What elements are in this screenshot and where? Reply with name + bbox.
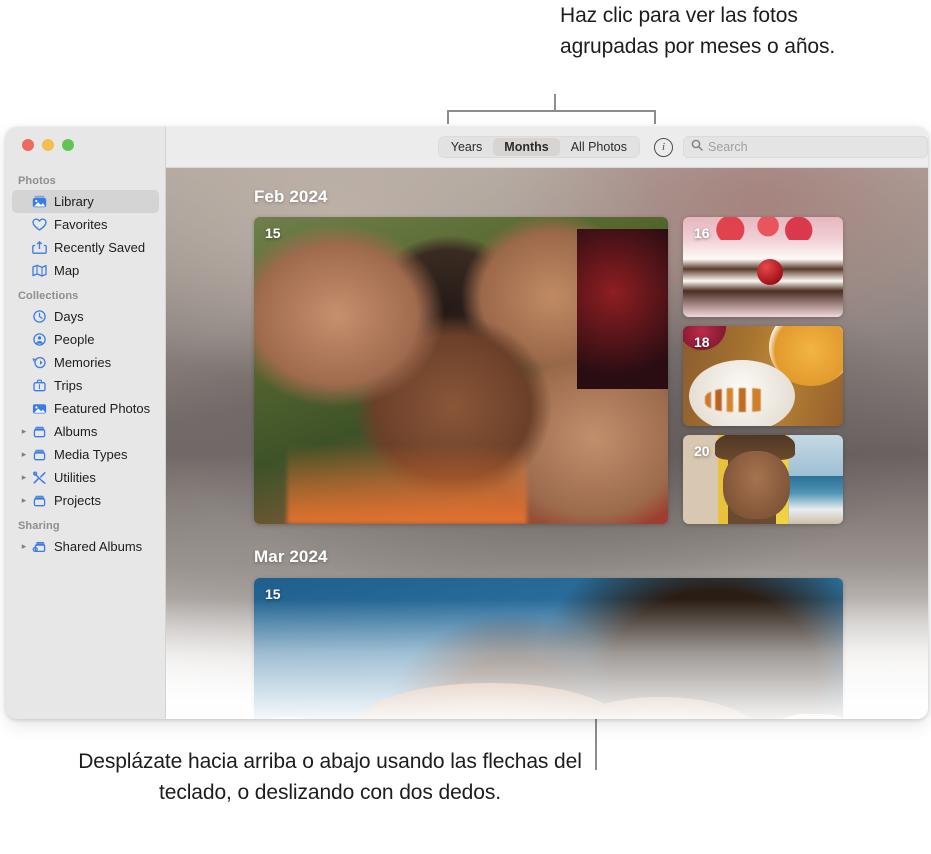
month-header-feb-2024: Feb 2024 <box>254 187 328 206</box>
sidebar-item-label: Favorites <box>54 217 108 232</box>
photo-art-detail <box>772 714 843 719</box>
month-header-mar-2024: Mar 2024 <box>254 547 328 566</box>
person-icon <box>30 333 49 346</box>
sidebar-item-label: Albums <box>54 424 98 439</box>
photo-tile-mar-15[interactable]: 15 <box>254 578 843 719</box>
photo-art-detail <box>705 388 776 412</box>
photo-art-detail <box>576 229 668 389</box>
photo-art-detail <box>756 259 783 285</box>
chevron-right-icon[interactable]: ▸ <box>18 542 30 551</box>
callout-top-leader-stem <box>554 94 556 111</box>
chevron-right-icon[interactable]: ▸ <box>18 450 30 459</box>
photo-art-detail <box>711 217 815 240</box>
photo-art-detail <box>788 475 843 524</box>
search-icon <box>691 138 703 156</box>
tab-months[interactable]: Months <box>493 138 560 156</box>
sidebar-item-media-types[interactable]: ▸ Media Types <box>12 443 159 466</box>
close-button[interactable] <box>22 139 34 151</box>
sidebar-item-albums[interactable]: ▸ Albums <box>12 420 159 443</box>
album-icon <box>30 494 49 507</box>
chevron-right-icon[interactable]: ▸ <box>18 473 30 482</box>
callout-top-bracket-horizontal <box>447 110 656 112</box>
recently-saved-icon <box>30 241 49 254</box>
callout-top-bracket-left-tick <box>447 110 449 124</box>
view-mode-segmented-control[interactable]: Years Months All Photos <box>437 136 640 158</box>
photo-tile-feb-15[interactable]: 15 <box>254 217 668 524</box>
photo-art-detail <box>287 444 528 524</box>
photo-art-portrait <box>254 578 843 719</box>
info-button[interactable]: i <box>654 137 673 157</box>
callout-top-text: Haz clic para ver las fotos agrupadas po… <box>560 4 836 58</box>
photo-day-badge: 18 <box>694 334 710 350</box>
sidebar-item-people[interactable]: People <box>12 328 159 351</box>
heart-icon <box>30 218 49 231</box>
photo-tile-feb-18[interactable]: 18 <box>683 326 843 426</box>
callout-bottom-text: Desplázate hacia arriba o abajo usando l… <box>78 750 582 804</box>
sidebar-item-recently-saved[interactable]: Recently Saved <box>12 236 159 259</box>
sidebar-item-library[interactable]: Library <box>12 190 159 213</box>
sidebar-item-label: Map <box>54 263 80 278</box>
sidebar-item-featured-photos[interactable]: Featured Photos <box>12 397 159 420</box>
photo-grid-scroll-area[interactable]: Feb 2024 15 16 18 20 Mar 2024 15 <box>166 167 928 719</box>
sidebar-item-label: Recently Saved <box>54 240 146 255</box>
photo-art-detail <box>254 717 337 719</box>
photo-tile-feb-16[interactable]: 16 <box>683 217 843 317</box>
sidebar-item-label: Featured Photos <box>54 401 151 416</box>
sidebar-item-days[interactable]: Days <box>12 305 159 328</box>
sidebar-group-title-sharing: Sharing <box>18 520 60 532</box>
sidebar-group-title-collections: Collections <box>18 290 79 302</box>
map-icon <box>30 264 49 277</box>
album-icon <box>30 448 49 461</box>
photo-art-group-selfie <box>254 217 668 524</box>
minimize-button[interactable] <box>42 139 54 151</box>
maximize-button[interactable] <box>62 139 74 151</box>
sidebar-scroll-area[interactable]: Photos Library Favorites Recently Saved … <box>6 127 165 558</box>
photos-app-window: Photos Library Favorites Recently Saved … <box>6 127 928 719</box>
sidebar-item-favorites[interactable]: Favorites <box>12 213 159 236</box>
photo-day-badge: 15 <box>265 586 281 602</box>
album-icon <box>30 425 49 438</box>
sidebar: Photos Library Favorites Recently Saved … <box>6 127 166 719</box>
window-traffic-lights <box>22 139 74 151</box>
memories-icon <box>30 356 49 369</box>
sidebar-item-label: Library <box>54 194 94 209</box>
photo-day-badge: 16 <box>694 225 710 241</box>
search-placeholder-text: Search <box>708 140 748 154</box>
sidebar-item-projects[interactable]: ▸ Projects <box>12 489 159 512</box>
sidebar-item-label: Utilities <box>54 470 96 485</box>
tab-all-photos[interactable]: All Photos <box>560 138 638 156</box>
sidebar-group-title-photos: Photos <box>18 175 56 187</box>
sidebar-item-label: Trips <box>54 378 83 393</box>
photo-day-badge: 15 <box>265 225 281 241</box>
callout-top-bracket-right-tick <box>654 110 656 124</box>
library-icon <box>30 195 49 208</box>
photo-icon <box>30 402 49 415</box>
tools-icon <box>30 471 49 484</box>
clock-icon <box>30 310 49 323</box>
main-content-area: Years Months All Photos i Search Feb 202… <box>166 127 928 719</box>
sidebar-item-label: Days <box>54 309 84 324</box>
toolbar: Years Months All Photos i Search <box>166 127 928 168</box>
sidebar-item-trips[interactable]: Trips <box>12 374 159 397</box>
sidebar-item-memories[interactable]: Memories <box>12 351 159 374</box>
photo-tile-feb-20[interactable]: 20 <box>683 435 843 524</box>
shared-album-icon <box>30 540 49 553</box>
sidebar-item-label: Media Types <box>54 447 128 462</box>
tab-years[interactable]: Years <box>440 138 494 156</box>
sidebar-item-utilities[interactable]: ▸ Utilities <box>12 466 159 489</box>
search-input[interactable]: Search <box>683 136 928 158</box>
chevron-right-icon[interactable]: ▸ <box>18 496 30 505</box>
sidebar-item-label: Projects <box>54 493 101 508</box>
sidebar-item-shared-albums[interactable]: ▸ Shared Albums <box>12 535 159 558</box>
sidebar-item-label: Shared Albums <box>54 539 143 554</box>
chevron-right-icon[interactable]: ▸ <box>18 427 30 436</box>
photo-art-detail <box>788 435 843 476</box>
photo-art-detail <box>723 451 791 519</box>
sidebar-item-label: Memories <box>54 355 112 370</box>
sidebar-item-label: People <box>54 332 95 347</box>
sidebar-item-map[interactable]: Map <box>12 259 159 282</box>
suitcase-icon <box>30 379 49 392</box>
photo-day-badge: 20 <box>694 443 710 459</box>
